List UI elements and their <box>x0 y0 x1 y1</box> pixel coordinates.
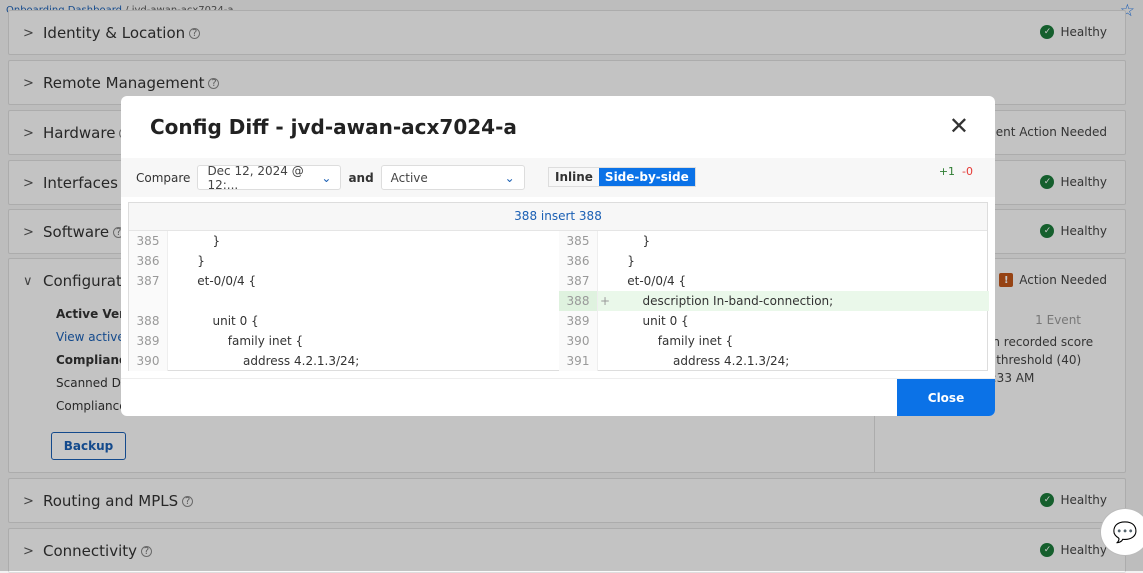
and-label: and <box>348 170 374 185</box>
line-number: 386 <box>129 251 168 271</box>
inline-tab[interactable]: Inline <box>549 168 599 186</box>
from-value: Dec 12, 2024 @ 12:... <box>207 163 304 192</box>
compare-from-select[interactable]: Dec 12, 2024 @ 12:... ⌄ <box>197 163 342 192</box>
line-number: 389 <box>559 311 598 331</box>
diff-line: 385 } <box>559 231 989 251</box>
line-text: family inet { <box>182 334 304 348</box>
diff-view: 388 insert 388 385 } 386 } 387 et-0/0/4 {3… <box>128 202 989 371</box>
modal-title: Config Diff - jvd-awan-acx7024-a <box>150 115 517 139</box>
diff-line: 390 address 4.2.1.3/24; <box>129 351 559 371</box>
line-number: 387 <box>129 271 168 291</box>
line-text: unit 0 { <box>182 314 259 328</box>
line-number: 390 <box>129 351 168 371</box>
line-number: 388 <box>129 311 168 331</box>
diff-line: 385 } <box>129 231 559 251</box>
line-number: 389 <box>129 331 168 351</box>
diff-line: 389 unit 0 { <box>559 311 989 331</box>
view-mode-toggle: Inline Side-by-side <box>548 167 696 187</box>
line-text: family inet { <box>612 334 734 348</box>
line-text: address 4.2.1.3/24; <box>182 354 360 368</box>
diff-line <box>129 291 559 311</box>
hunk-header: 388 insert 388 <box>129 203 987 231</box>
left-pane: 385 } 386 } 387 et-0/0/4 {388 unit 0 {389 … <box>129 231 559 371</box>
line-text: et-0/0/4 { <box>612 274 687 288</box>
line-number: 385 <box>129 231 168 251</box>
diff-line: 387 et-0/0/4 { <box>559 271 989 291</box>
diff-counts: +1 -0 <box>939 165 973 178</box>
diff-line: 386 } <box>129 251 559 271</box>
line-number: 388 <box>559 291 598 311</box>
side-by-side-tab[interactable]: Side-by-side <box>598 168 695 186</box>
diff-line: 389 family inet { <box>129 331 559 351</box>
line-text: } <box>612 234 651 248</box>
diff-line: 386 } <box>559 251 989 271</box>
added-count: +1 <box>938 165 956 178</box>
line-number: 386 <box>559 251 598 271</box>
right-pane: 385 } 386 } 387 et-0/0/4 {388 + description… <box>559 231 989 371</box>
line-text: } <box>182 254 205 268</box>
modal-footer: Close <box>121 378 995 416</box>
chat-icon[interactable]: 💬 <box>1100 508 1143 556</box>
diff-line: 387 et-0/0/4 { <box>129 271 559 291</box>
chevron-down-icon: ⌄ <box>504 170 515 185</box>
to-value: Active <box>390 170 428 185</box>
line-text: address 4.2.1.3/24; <box>612 354 790 368</box>
line-number: 385 <box>559 231 598 251</box>
line-text: } <box>182 234 221 248</box>
removed-count: -0 <box>962 165 973 178</box>
chevron-down-icon: ⌄ <box>321 170 332 185</box>
diff-line: 388 unit 0 { <box>129 311 559 331</box>
diff-marker: + <box>599 294 611 308</box>
compare-to-select[interactable]: Active ⌄ <box>380 165 525 190</box>
line-text: } <box>612 254 635 268</box>
line-number: 390 <box>559 331 598 351</box>
line-number: 387 <box>559 271 598 291</box>
line-number: 391 <box>559 351 598 371</box>
diff-toolbar: Compare Dec 12, 2024 @ 12:... ⌄ and Activ… <box>121 158 995 197</box>
close-icon[interactable]: ✕ <box>949 112 969 140</box>
diff-line: 391 address 4.2.1.3/24; <box>559 351 989 371</box>
line-text: et-0/0/4 { <box>182 274 257 288</box>
diff-line: 390 family inet { <box>559 331 989 351</box>
compare-label: Compare <box>136 170 191 185</box>
line-text: unit 0 { <box>612 314 689 328</box>
diff-line: 388 + description In-band-connection; <box>559 291 989 311</box>
line-text: description In-band-connection; <box>612 294 834 308</box>
line-number <box>129 291 168 311</box>
config-diff-modal: Config Diff - jvd-awan-acx7024-a ✕ Compa… <box>121 96 995 416</box>
close-button[interactable]: Close <box>897 379 995 416</box>
